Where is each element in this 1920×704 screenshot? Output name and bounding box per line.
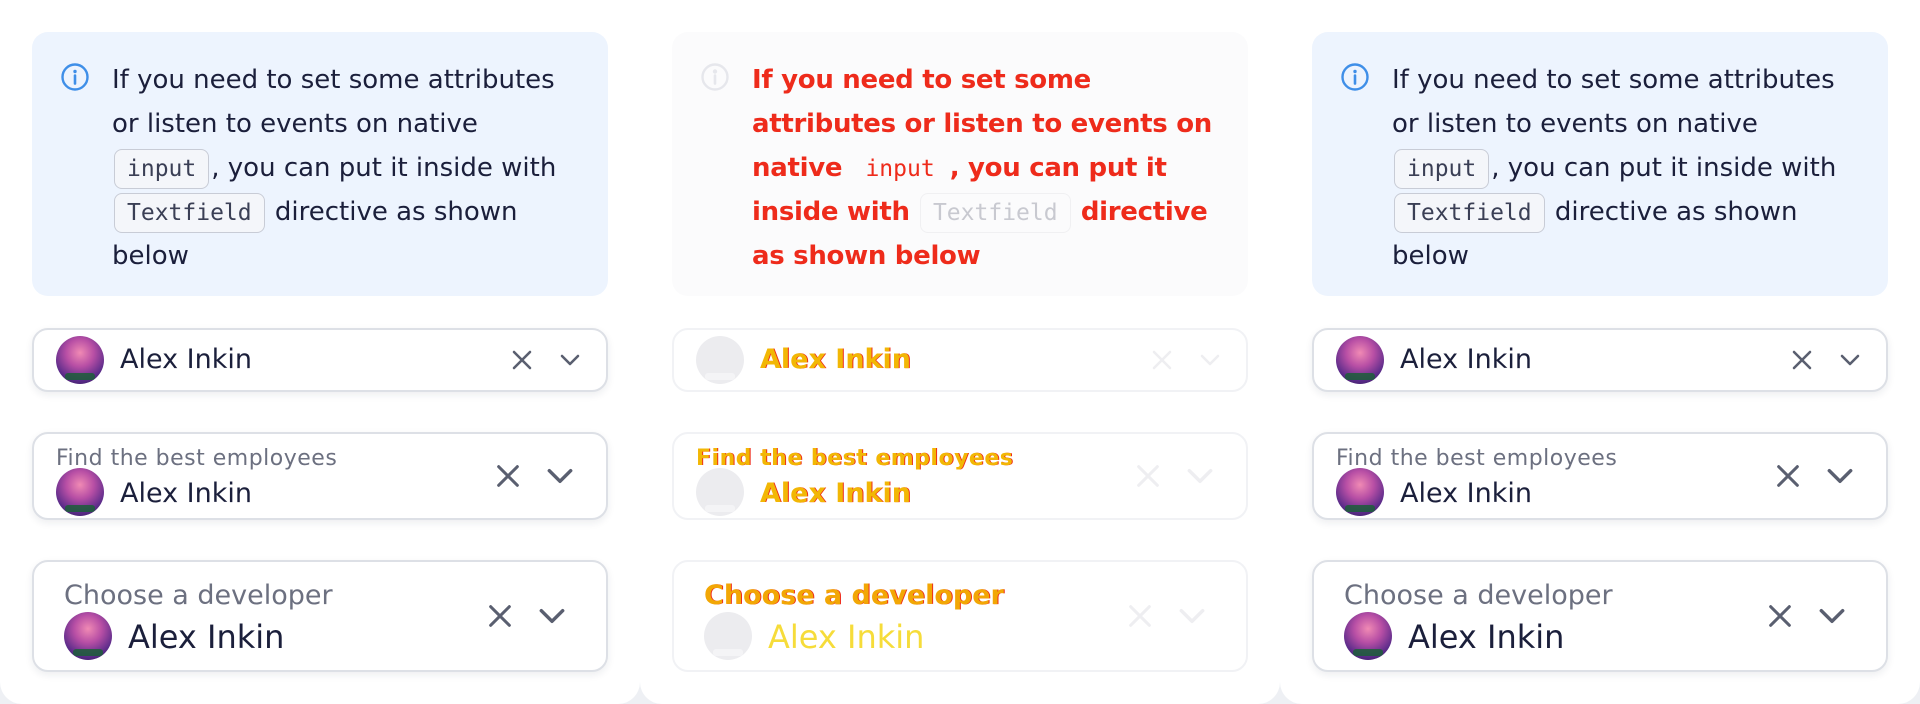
combobox-label: Find the best employees [56,446,338,471]
notice-text-1: If you need to set some attributes or li… [112,65,555,139]
info-icon [1341,63,1369,91]
combobox-large[interactable]: Choose a developer Alex Inkin [1312,560,1888,672]
chevron-down-icon[interactable] [1824,460,1856,492]
chevron-down-icon[interactable] [1184,460,1216,492]
combobox-value: Alex Inkin [768,618,925,656]
chevron-down-icon[interactable] [1198,348,1222,372]
close-icon[interactable] [1774,462,1802,490]
close-icon[interactable] [1134,462,1162,490]
code-input: input [114,148,210,189]
combobox-label: Choose a developer [64,580,333,611]
chevron-down-icon[interactable] [1816,600,1848,632]
close-icon[interactable] [1766,602,1794,630]
info-icon [701,63,729,91]
avatar [1344,612,1392,660]
chevron-down-icon[interactable] [1176,600,1208,632]
code-textfield: Textfield [114,192,265,233]
code-textfield: Textfield [1394,192,1545,233]
code-input: input [1394,148,1490,189]
notice-text-1: If you need to set some attributes or li… [1392,65,1835,139]
combobox-label: Choose a developer [704,580,1004,611]
avatar [64,612,112,660]
avatar [1336,336,1384,384]
code-input: input [865,155,935,182]
combobox-basic[interactable]: Alex Inkin [672,328,1248,392]
panel-expected: If you need to set some attributes or li… [0,0,640,704]
combobox-value: Alex Inkin [1400,344,1532,375]
code-textfield: Textfield [919,192,1071,233]
panel-diff: If you need to set some attributes or li… [640,0,1280,704]
comparison-view: If you need to set some attributes or li… [0,0,1920,704]
close-icon[interactable] [486,602,514,630]
avatar [704,612,752,660]
avatar [696,336,744,384]
combobox-label: Choose a developer [1344,580,1613,611]
combobox-value: Alex Inkin [120,478,252,509]
avatar [696,468,744,516]
close-icon[interactable] [1150,348,1174,372]
info-icon [61,63,89,91]
combobox-value: Alex Inkin [120,344,252,375]
combobox-value: Alex Inkin [1408,618,1565,656]
avatar [56,336,104,384]
close-icon[interactable] [494,462,522,490]
combobox-basic[interactable]: Alex Inkin [32,328,608,392]
combobox-large[interactable]: Choose a developer Alex Inkin [672,560,1248,672]
avatar [1336,468,1384,516]
combobox-with-label[interactable]: Find the best employees Alex Inkin [672,432,1248,520]
combobox-basic[interactable]: Alex Inkin [1312,328,1888,392]
chevron-down-icon[interactable] [1838,348,1862,372]
close-icon[interactable] [1790,348,1814,372]
chevron-down-icon[interactable] [536,600,568,632]
combobox-label: Find the best employees [696,446,1014,471]
combobox-large[interactable]: Choose a developer Alex Inkin [32,560,608,672]
info-notice: If you need to set some attributes or li… [32,32,608,296]
notice-text-2: , you can put it inside with [1491,153,1837,183]
combobox-with-label[interactable]: Find the best employees Alex Inkin [1312,432,1888,520]
combobox-label: Find the best employees [1336,446,1618,471]
info-notice: If you need to set some attributes or li… [1312,32,1888,296]
close-icon[interactable] [1126,602,1154,630]
chevron-down-icon[interactable] [544,460,576,492]
combobox-value: Alex Inkin [760,344,911,375]
combobox-value: Alex Inkin [128,618,285,656]
panel-actual: If you need to set some attributes or li… [1280,0,1920,704]
close-icon[interactable] [510,348,534,372]
combobox-value: Alex Inkin [760,478,911,509]
combobox-with-label[interactable]: Find the best employees Alex Inkin [32,432,608,520]
avatar [56,468,104,516]
combobox-value: Alex Inkin [1400,478,1532,509]
notice-text-2: , you can put it inside with [211,153,557,183]
info-notice: If you need to set some attributes or li… [672,32,1248,296]
chevron-down-icon[interactable] [558,348,582,372]
